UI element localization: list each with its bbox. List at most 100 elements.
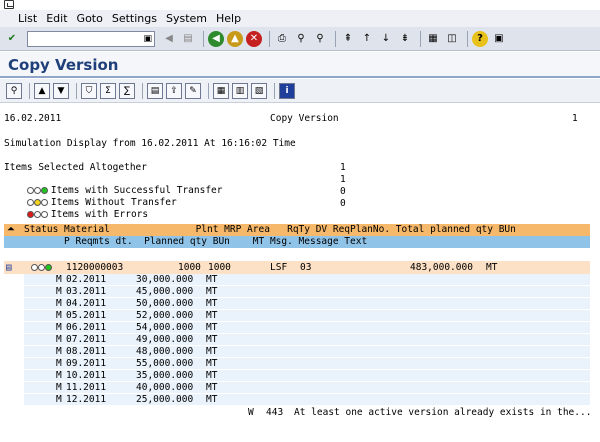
unit: MT	[206, 322, 218, 333]
enter-check-icon[interactable]: ✔	[4, 31, 20, 47]
subtotal-icon[interactable]: ∑	[119, 82, 135, 99]
page-title: Copy Version	[8, 56, 119, 74]
next-page-icon[interactable]: ↓	[378, 31, 394, 47]
toolbar-divider	[420, 30, 421, 47]
summary-errors-value: 0	[340, 198, 346, 209]
total-planned-qty: 483,000.000	[410, 262, 473, 273]
material-row[interactable]: ▤ 1120000003 1000 1000 LSF 03 483,000.00…	[4, 261, 590, 274]
schedule-row[interactable]: M 10.2011 35,000.000 MT	[24, 370, 590, 382]
schedule-row[interactable]: M 12.2011 25,000.000 MT	[24, 394, 590, 406]
new-session-icon[interactable]: ▦	[425, 31, 441, 47]
toolbar-divider	[335, 30, 336, 47]
unit: MT	[206, 394, 218, 405]
requirement-date: 10.2011	[66, 370, 107, 381]
mrp-area: 1000	[208, 262, 231, 273]
schedule-row[interactable]: M 06.2011 54,000.000 MT	[24, 322, 590, 334]
period-indicator: M	[56, 310, 62, 321]
sort-ascending-icon[interactable]: ▲	[34, 82, 50, 99]
exit-icon[interactable]: ▲	[227, 30, 243, 47]
filter-icon[interactable]: ⛉	[81, 82, 97, 99]
first-page-icon[interactable]: ⇞	[340, 31, 356, 47]
sort-descending-icon[interactable]: ▼	[53, 82, 69, 99]
period-indicator: M	[56, 394, 62, 405]
system-menu-icon[interactable]	[4, 0, 14, 9]
requirement-date: 08.2011	[66, 346, 107, 357]
help-icon[interactable]: ?	[472, 30, 488, 47]
export-icon[interactable]: ⇪	[166, 82, 182, 99]
schedule-row[interactable]: M 03.2011 45,000.000 MT	[24, 286, 590, 298]
period-indicator: M	[56, 346, 62, 357]
schedule-row[interactable]: M 05.2011 52,000.000 MT	[24, 310, 590, 322]
menu-help[interactable]: Help	[216, 12, 241, 25]
planned-qty: 52,000.000	[136, 310, 194, 321]
period-indicator: M	[56, 286, 62, 297]
simulation-line: Simulation Display from 16.02.2011 At 16…	[4, 138, 296, 149]
command-field[interactable]: ▣	[27, 30, 155, 47]
save-layout-icon[interactable]: ▧	[251, 82, 267, 99]
info-icon[interactable]: i	[279, 82, 295, 99]
planned-qty: 54,000.000	[136, 322, 194, 333]
back-icon[interactable]: ◀	[208, 30, 224, 47]
layout-menu-icon[interactable]: ▣	[491, 31, 507, 47]
command-dropdown-icon[interactable]: ▣	[143, 34, 152, 44]
menu-settings[interactable]: Settings	[112, 12, 157, 25]
shortcut-icon[interactable]: ◫	[444, 31, 460, 47]
menu-goto[interactable]: Goto	[77, 12, 103, 25]
schedule-row[interactable]: M 08.2011 48,000.000 MT	[24, 346, 590, 358]
message-type: W	[248, 407, 254, 418]
title-bar: Copy Version	[0, 52, 600, 78]
planned-qty: 55,000.000	[136, 358, 194, 369]
unit: MT	[206, 298, 218, 309]
column-header-text-1: Status Material Plnt MRP Area RqTy DV Re…	[24, 224, 516, 235]
requirement-date: 11.2011	[66, 382, 107, 393]
red-light-icon	[26, 210, 49, 219]
unit: MT	[206, 358, 218, 369]
summary-success-value: 1	[340, 174, 346, 185]
toolbar-divider	[203, 30, 204, 47]
expand-all-icon[interactable]: ⏶	[7, 224, 15, 236]
column-header-row-2: P Reqmts dt. Planned qty BUn MT Msg. Mes…	[4, 236, 590, 248]
unit: MT	[206, 286, 218, 297]
planned-qty: 49,000.000	[136, 334, 194, 345]
find-next-icon[interactable]: ⚲	[312, 31, 328, 47]
period-indicator: M	[56, 358, 62, 369]
schedule-row[interactable]: M 07.2011 49,000.000 MT	[24, 334, 590, 346]
menu-edit[interactable]: Edit	[46, 12, 67, 25]
requirement-date: 09.2011	[66, 358, 107, 369]
word-processing-icon[interactable]: ✎	[185, 82, 201, 99]
planned-qty: 48,000.000	[136, 346, 194, 357]
standard-toolbar: ✔ ▣ ◀ ▤ ◀ ▲ ✕ ⎙ ⚲ ⚲ ⇞ ↑ ↓ ⇟ ▦ ◫ ? ▣	[0, 27, 600, 51]
period-indicator: M	[56, 298, 62, 309]
save-icon[interactable]: ▤	[180, 31, 196, 47]
schedule-row[interactable]: M 02.2011 30,000.000 MT	[24, 274, 590, 286]
menu-list[interactable]: List	[18, 12, 37, 25]
print-preview-icon[interactable]: ▤	[147, 82, 163, 99]
toolbar-divider	[269, 30, 270, 47]
schedule-row[interactable]: M 09.2011 55,000.000 MT	[24, 358, 590, 370]
total-icon[interactable]: Σ	[100, 82, 116, 99]
period-indicator: M	[56, 382, 62, 393]
cancel-icon[interactable]: ✕	[246, 30, 262, 47]
toolbar-divider	[29, 82, 30, 99]
menu-system[interactable]: System	[166, 12, 207, 25]
schedule-row[interactable]: M 11.2011 40,000.000 MT	[24, 382, 590, 394]
column-header-text-2: P Reqmts dt. Planned qty BUn MT Msg. Mes…	[24, 236, 368, 247]
unit: MT	[206, 370, 218, 381]
schedule-row[interactable]: M 04.2011 50,000.000 MT	[24, 298, 590, 310]
unit: MT	[206, 334, 218, 345]
print-icon[interactable]: ⎙	[274, 31, 290, 47]
find-icon[interactable]: ⚲	[293, 31, 309, 47]
back-arrow-icon[interactable]: ◀	[161, 31, 177, 47]
previous-page-icon[interactable]: ↑	[359, 31, 375, 47]
period-indicator: M	[56, 334, 62, 345]
status-green-light-icon	[31, 263, 53, 272]
planned-qty: 30,000.000	[136, 274, 194, 285]
toolbar-divider	[274, 82, 275, 99]
change-layout-icon[interactable]: ▦	[213, 82, 229, 99]
last-page-icon[interactable]: ⇟	[397, 31, 413, 47]
details-icon[interactable]: ⚲	[6, 82, 22, 99]
summary-selected-value: 1	[340, 162, 346, 173]
requirement-type: LSF	[270, 262, 288, 273]
select-layout-icon[interactable]: ▥	[232, 82, 248, 99]
collapse-node-icon[interactable]: ▤	[6, 261, 12, 274]
